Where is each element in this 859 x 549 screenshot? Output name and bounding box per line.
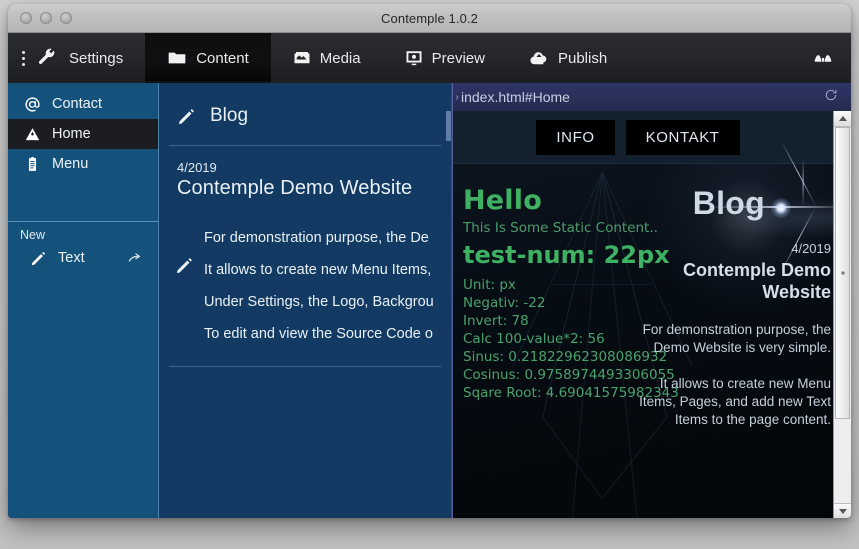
at-sign-icon [24, 96, 41, 113]
site-article-paragraph: For demonstration purpose, the Demo Webs… [642, 322, 831, 355]
site-nav-bar: INFO KONTAKT [453, 111, 851, 164]
share-arrow-icon[interactable] [127, 250, 144, 267]
preview-url-bar[interactable]: › index.html#Home [453, 83, 851, 112]
preview-scrollbar[interactable] [833, 111, 851, 518]
zoom-button[interactable] [60, 12, 72, 24]
tab-settings-label: Settings [69, 49, 124, 67]
image-box-icon [293, 49, 311, 67]
scroll-up-arrow-icon [838, 116, 847, 121]
clipboard-icon [24, 156, 41, 173]
main-toolbar: Settings Content Media Preview Publish [8, 33, 851, 83]
static-subtitle: This Is Some Static Content.. [463, 220, 658, 236]
scroll-down-button[interactable] [834, 503, 851, 518]
window-title: Contemple 1.0.2 [381, 10, 478, 26]
pencil-icon[interactable] [177, 107, 196, 126]
binoculars-button[interactable] [795, 33, 851, 83]
mountain-icon [24, 126, 41, 143]
tab-media[interactable]: Media [271, 33, 383, 83]
sidebar-new-text-label: Text [58, 250, 85, 266]
tab-preview[interactable]: Preview [383, 33, 507, 83]
preview-url-text[interactable]: index.html#Home [461, 89, 824, 105]
content-page-header[interactable]: Blog [159, 83, 451, 127]
folder-icon [167, 48, 187, 68]
site-article-date: 4/2019 [791, 241, 831, 256]
site-article: 4/2019 Contemple Demo Website For demons… [637, 241, 831, 429]
app-body: Contact Home Menu New Text Blog 4/2019 C… [8, 83, 851, 518]
url-caret-icon: › [455, 91, 459, 103]
content-entry-body[interactable]: For demonstration purpose, the De It all… [159, 200, 451, 350]
scrollbar-track[interactable] [834, 127, 851, 503]
site-content: Blog Hello This Is Some Static Content..… [453, 163, 851, 518]
site-nav-kontakt[interactable]: KONTAKT [625, 119, 740, 155]
tab-content[interactable]: Content [145, 33, 271, 83]
sidebar-item-home-label: Home [52, 126, 91, 142]
monitor-icon [405, 49, 423, 67]
content-line: It allows to create new Menu Items, [204, 262, 432, 278]
scroll-down-arrow-icon [838, 509, 847, 514]
sidebar-page-list: Contact Home Menu [8, 83, 158, 179]
cloud-upload-icon [529, 48, 549, 68]
minimize-button[interactable] [40, 12, 52, 24]
kebab-menu-icon[interactable] [22, 50, 25, 66]
tab-media-label: Media [319, 49, 361, 67]
content-line: To edit and view the Source Code o [204, 326, 433, 342]
title-bar: Contemple 1.0.2 [8, 4, 851, 33]
sidebar-new-text-item[interactable]: Text [8, 244, 158, 272]
sidebar-item-contact-label: Contact [52, 96, 102, 112]
pencil-icon[interactable] [175, 222, 194, 275]
scroll-up-button[interactable] [834, 111, 851, 127]
sidebar-item-contact[interactable]: Contact [8, 89, 158, 119]
scrollbar-thumb[interactable] [835, 127, 850, 419]
content-entry-lines: For demonstration purpose, the De It all… [204, 222, 434, 350]
site-article-title: Contemple Demo Website [682, 260, 831, 302]
sidebar-item-home[interactable]: Home [8, 119, 158, 149]
static-hello: Hello [463, 185, 542, 216]
content-entry-title: Contemple Demo Website [177, 177, 413, 199]
sidebar-empty-space [8, 272, 158, 518]
content-scroll-nub[interactable] [446, 111, 451, 141]
content-line: Under Settings, the Logo, Backgrou [204, 294, 434, 310]
tab-preview-label: Preview [431, 49, 485, 67]
tab-content-label: Content [196, 49, 249, 67]
sidebar: Contact Home Menu New Text [8, 83, 159, 518]
sidebar-item-menu[interactable]: Menu [8, 149, 158, 179]
content-line: For demonstration purpose, the De [204, 230, 429, 246]
pencil-icon [30, 250, 47, 267]
tab-publish[interactable]: Publish [507, 33, 629, 83]
window-controls [20, 12, 72, 24]
preview-panel: › index.html#Home INFO KONTAKT Blog Hell… [452, 83, 851, 518]
content-divider-2 [169, 366, 441, 367]
tab-publish-label: Publish [557, 49, 608, 67]
wrench-icon [37, 48, 57, 68]
sidebar-item-menu-label: Menu [52, 156, 89, 172]
site-nav-info[interactable]: INFO [536, 119, 615, 155]
preview-website: INFO KONTAKT Blog Hello This Is Some Sta… [453, 111, 851, 518]
app-window: Contemple 1.0.2 Settings Content Media P… [8, 4, 851, 518]
site-article-paragraph: It allows to create new Menu Items, Page… [639, 376, 831, 427]
content-entry-header: 4/2019 Contemple Demo Website [159, 146, 451, 200]
sidebar-new-label: New [20, 228, 46, 242]
content-entry-date: 4/2019 [177, 160, 217, 175]
tab-settings[interactable]: Settings [8, 33, 145, 83]
content-page-title: Blog [210, 105, 249, 126]
binoculars-icon [813, 48, 833, 68]
content-panel: Blog 4/2019 Contemple Demo Website For d… [159, 83, 452, 518]
close-button[interactable] [20, 12, 32, 24]
scrollbar-grip [841, 271, 844, 275]
reload-icon[interactable] [824, 88, 851, 107]
